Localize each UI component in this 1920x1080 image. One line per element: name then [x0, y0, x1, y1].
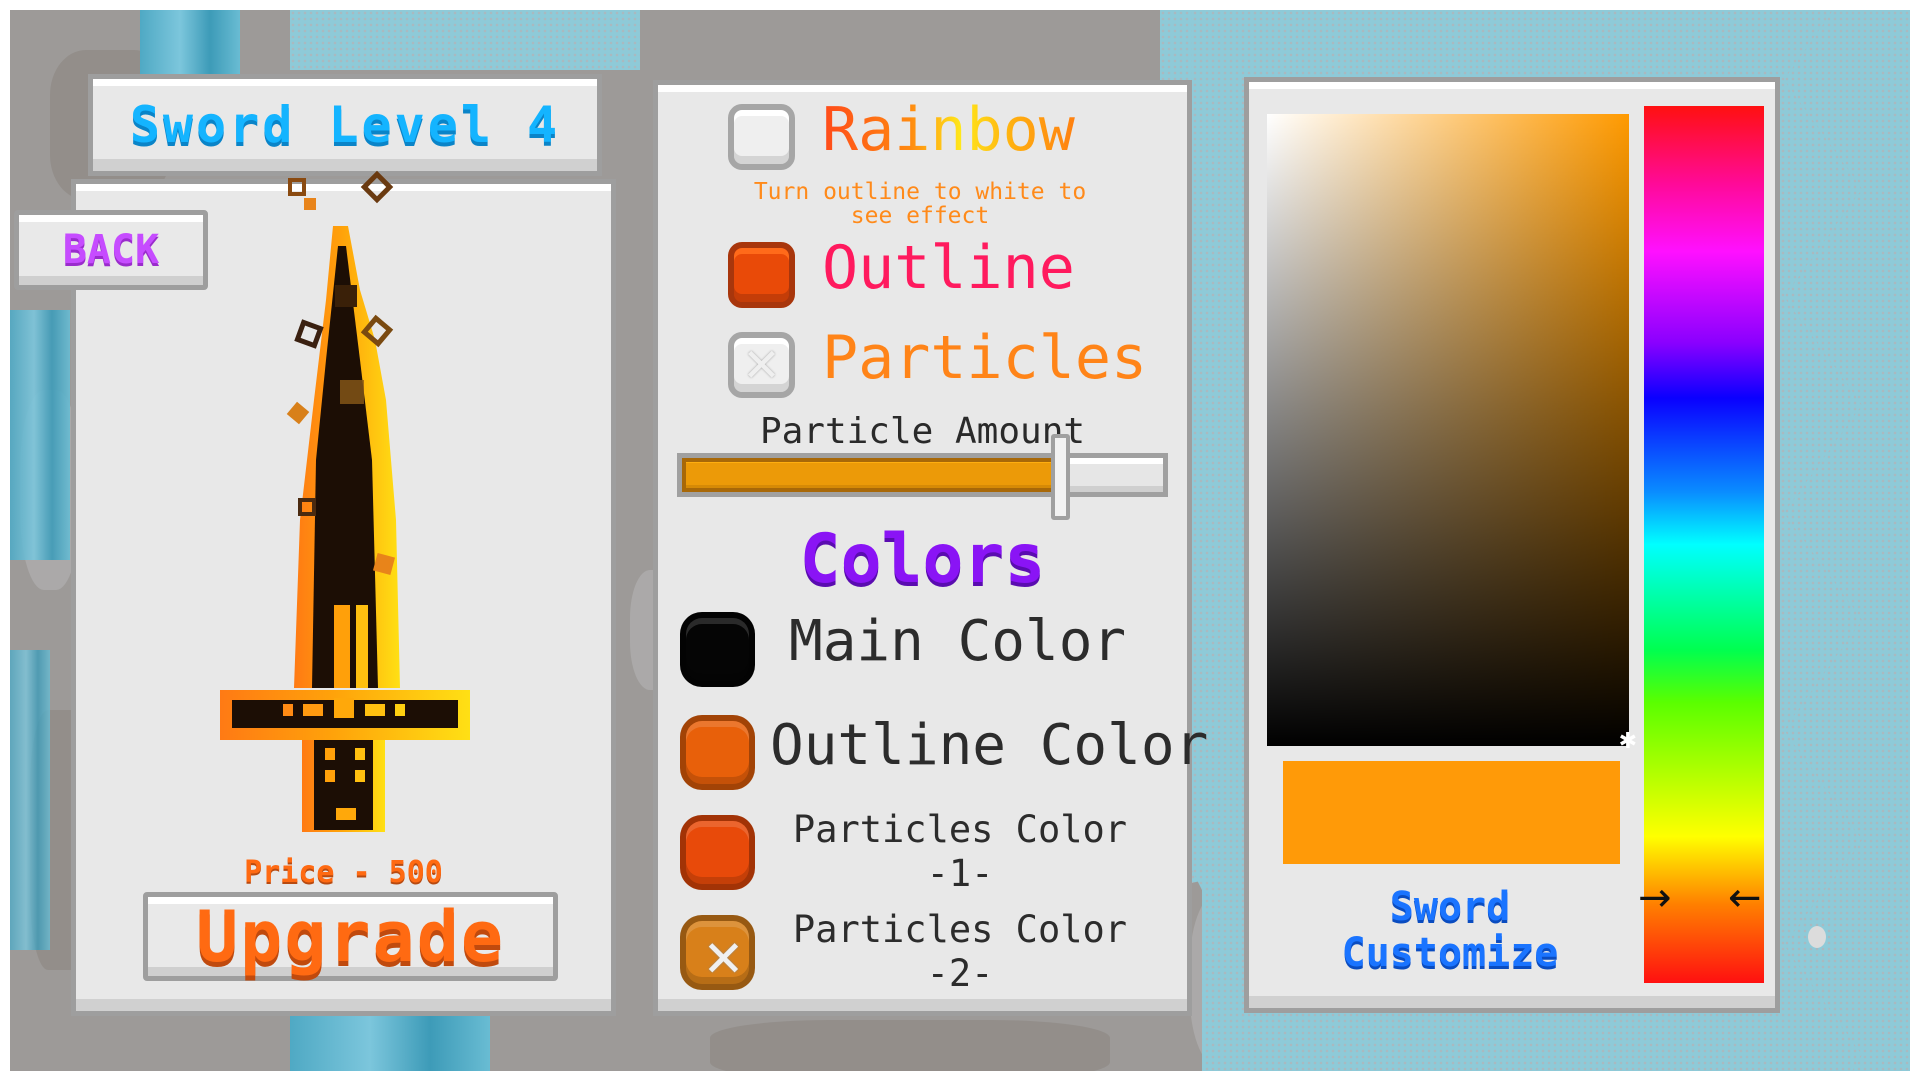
outline-color-label: Outline Color — [770, 713, 1209, 778]
customize-title-line2: Customize — [1341, 930, 1559, 976]
main-color-label: Main Color — [789, 609, 1127, 674]
outline-label: Outline — [822, 233, 1075, 303]
slider-thumb[interactable] — [1050, 434, 1070, 520]
slider-fill — [682, 458, 1058, 492]
price-row: Price - 500 — [71, 858, 616, 888]
particles-color-2-line2: -2- — [926, 952, 994, 996]
colors-heading-row: Colors — [653, 526, 1192, 594]
page-title: Sword Level 4 — [129, 96, 561, 154]
particles-checkbox[interactable]: ✕ — [728, 332, 795, 398]
particles-color-1-line2: -1- — [926, 852, 994, 896]
outline-checkbox[interactable] — [728, 242, 795, 308]
colors-heading: Colors — [799, 520, 1046, 599]
picker-crosshair-icon[interactable]: ✱ — [1619, 729, 1637, 754]
particles-label: Particles — [822, 323, 1148, 393]
hint-line-1: Turn outline to white to — [753, 179, 1087, 205]
rainbow-checkbox[interactable] — [728, 104, 795, 170]
selected-color-swatch — [1283, 761, 1620, 864]
particle-amount-slider[interactable] — [677, 453, 1168, 497]
sword-customize-title: Sword Customize — [1250, 884, 1650, 976]
outline-color-button[interactable] — [680, 715, 755, 790]
saturation-value-picker[interactable]: ✱ — [1267, 114, 1637, 754]
hue-marker-left-arrow-icon[interactable]: ← — [1728, 878, 1762, 918]
hint-line-2: see effect — [850, 203, 990, 230]
particles-color-1-label: Particles Color -1- — [790, 808, 1130, 897]
rainbow-hint: Turn outline to white to see effect — [700, 180, 1140, 228]
x-icon: ✕ — [742, 338, 781, 392]
particle-amount-label: Particle Amount — [759, 411, 1086, 452]
sword-preview — [220, 170, 470, 832]
customize-title-line1: Sword — [1389, 884, 1511, 930]
x-icon: ✕ — [702, 929, 745, 988]
particles-color-1-line1: Particles Color — [792, 808, 1128, 851]
price-text: Price - 500 — [244, 855, 443, 890]
particle-amount-row: Particle Amount — [653, 414, 1192, 450]
main-color-button[interactable] — [680, 612, 755, 687]
upgrade-button[interactable]: Upgrade — [143, 892, 558, 981]
particles-color-2-line1: Particles Color — [792, 908, 1128, 951]
back-button[interactable]: BACK — [14, 210, 208, 290]
particles-color-2-label: Particles Color -2- — [790, 908, 1130, 997]
particles-color-1-button[interactable] — [680, 815, 755, 890]
rainbow-label: Rainbow — [822, 95, 1075, 165]
background-dot — [1808, 926, 1826, 948]
upgrade-button-label: Upgrade — [195, 895, 505, 978]
back-button-label: BACK — [62, 227, 160, 273]
particles-color-2-button[interactable]: ✕ — [680, 915, 755, 990]
hue-slider[interactable] — [1644, 106, 1764, 983]
